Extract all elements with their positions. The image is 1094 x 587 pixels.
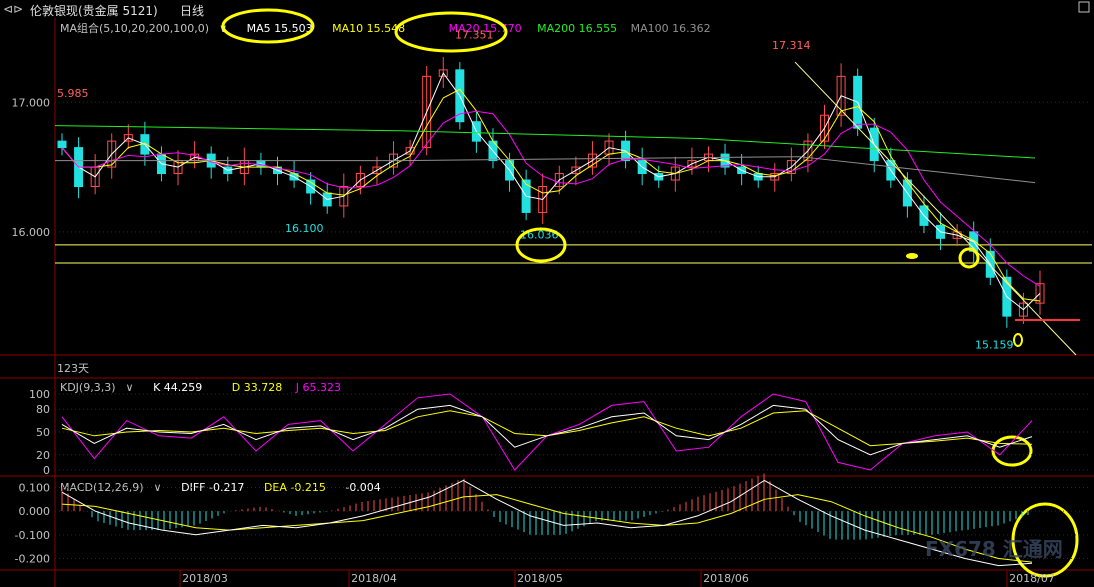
highlight-ellipse	[958, 247, 980, 269]
macd-tick-label: 0.000	[19, 505, 51, 518]
x-tick-label: 2018/04	[351, 572, 397, 585]
macd-tick-label: 0.100	[19, 481, 51, 494]
high-price-label: 5.985	[57, 87, 89, 100]
trend-line	[794, 61, 1077, 356]
x-tick-label: 2018/06	[703, 572, 749, 585]
highlight-marker	[906, 253, 918, 259]
low-price-label: 15.159	[975, 339, 1014, 352]
bar-count-label: 123天	[57, 362, 89, 375]
high-price-label: 17.314	[772, 39, 811, 52]
macd-dea-line	[61, 494, 1033, 563]
x-tick-label: 2018/05	[517, 572, 563, 585]
kdj-tick-label: 50	[36, 426, 50, 439]
high-price-label: 17.351	[455, 29, 494, 42]
highlight-ellipse	[1013, 333, 1023, 347]
candlestick-chart[interactable]: 17.00016.00017.35117.3145.98516.100 16.03…	[0, 0, 1094, 587]
low-price-label: 16.100	[285, 222, 324, 235]
macd-tick-label: -0.100	[15, 529, 50, 542]
x-tick-label: 2018/03	[182, 572, 228, 585]
price-tick-label: 16.000	[12, 226, 51, 239]
x-tick-label: 2018/07	[1009, 572, 1055, 585]
macd-tick-label: -0.200	[15, 553, 50, 566]
watermark-logo: FX678 汇通网	[925, 537, 1063, 561]
highlight-ellipse	[221, 8, 315, 44]
kdj-tick-label: 0	[43, 464, 50, 477]
candle-body	[57, 140, 67, 149]
kdj-tick-label: 100	[29, 388, 50, 401]
kdj-d-line	[61, 410, 1033, 447]
ma10-line	[61, 88, 1041, 302]
kdj-tick-label: 80	[36, 403, 50, 416]
macd-diff-line	[61, 479, 1033, 567]
ma5-line	[61, 72, 1041, 311]
price-tick-label: 17.000	[12, 96, 51, 109]
kdj-tick-label: 20	[36, 449, 50, 462]
